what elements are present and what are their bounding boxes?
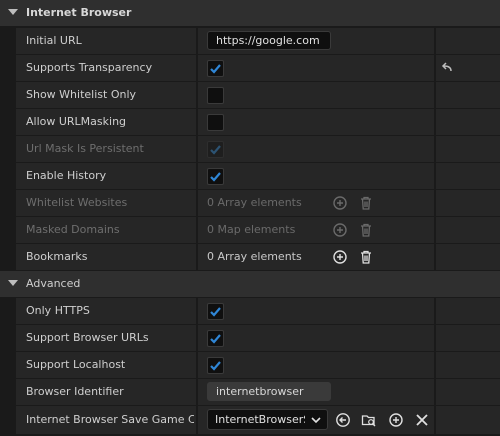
extension-cell bbox=[436, 190, 500, 216]
use-selected-arrow-icon[interactable] bbox=[335, 412, 351, 428]
prop-browser-identifier: Browser Identifier internetbrowser bbox=[0, 379, 500, 405]
prop-label: Only HTTPS bbox=[26, 304, 90, 317]
prop-label: Allow URLMasking bbox=[26, 115, 127, 128]
value-cell bbox=[198, 325, 434, 351]
prop-show-whitelist-only: Show Whitelist Only bbox=[0, 82, 500, 108]
check-icon bbox=[210, 64, 221, 74]
browser-identifier-input[interactable]: internetbrowser bbox=[207, 382, 331, 401]
extension-cell bbox=[436, 352, 500, 378]
extension-cell bbox=[436, 244, 500, 270]
prop-enable-history: Enable History bbox=[0, 163, 500, 189]
extension-cell bbox=[436, 217, 500, 243]
combo-value: InternetBrowserS bbox=[215, 413, 305, 426]
add-element-icon[interactable] bbox=[332, 249, 348, 265]
enable-history-checkbox[interactable] bbox=[207, 168, 224, 185]
show-whitelist-only-checkbox[interactable] bbox=[207, 87, 224, 104]
prop-url-mask-persistent: Url Mask Is Persistent bbox=[0, 136, 500, 162]
support-localhost-checkbox[interactable] bbox=[207, 357, 224, 374]
category-title: Advanced bbox=[26, 277, 81, 290]
prop-whitelist-websites: Whitelist Websites 0 Array elements bbox=[0, 190, 500, 216]
prop-allow-url-masking: Allow URLMasking bbox=[0, 109, 500, 135]
prop-label: Enable History bbox=[26, 169, 107, 182]
value-cell bbox=[198, 352, 434, 378]
check-icon bbox=[210, 361, 221, 371]
save-game-class-combo[interactable]: InternetBrowserS bbox=[207, 409, 328, 430]
prop-label: Support Browser URLs bbox=[26, 331, 149, 344]
add-element-icon bbox=[332, 195, 348, 211]
map-count: 0 Map elements bbox=[207, 223, 296, 236]
check-icon bbox=[210, 145, 221, 155]
value-cell bbox=[198, 298, 434, 324]
trash-icon bbox=[358, 222, 374, 238]
prop-label: Url Mask Is Persistent bbox=[26, 142, 144, 155]
prop-support-localhost: Support Localhost bbox=[0, 352, 500, 378]
array-count: 0 Array elements bbox=[207, 250, 302, 263]
array-count: 0 Array elements bbox=[207, 196, 302, 209]
check-icon bbox=[210, 334, 221, 344]
prop-label: Bookmarks bbox=[26, 250, 88, 263]
prop-label: Supports Transparency bbox=[26, 61, 153, 74]
prop-label: Internet Browser Save Game Cl... bbox=[26, 413, 194, 426]
prop-supports-transparency: Supports Transparency bbox=[0, 55, 500, 81]
value-cell bbox=[198, 136, 434, 162]
extension-cell bbox=[436, 163, 500, 189]
check-icon bbox=[210, 172, 221, 182]
extension-cell bbox=[436, 406, 500, 434]
category-title: Internet Browser bbox=[26, 6, 132, 19]
add-circle-icon[interactable] bbox=[388, 412, 404, 428]
add-element-icon bbox=[332, 222, 348, 238]
url-mask-persistent-checkbox bbox=[207, 141, 224, 158]
prop-save-game-class: Internet Browser Save Game Cl... Interne… bbox=[0, 406, 500, 434]
extension-cell bbox=[436, 109, 500, 135]
trash-icon bbox=[358, 195, 374, 211]
prop-label: Masked Domains bbox=[26, 223, 120, 236]
category-advanced[interactable]: Advanced bbox=[0, 271, 500, 297]
prop-masked-domains: Masked Domains 0 Map elements bbox=[0, 217, 500, 243]
reset-arrow-icon[interactable] bbox=[439, 60, 455, 76]
collapse-arrow-icon[interactable] bbox=[8, 9, 18, 15]
prop-label: Support Localhost bbox=[26, 358, 126, 371]
prop-only-https: Only HTTPS bbox=[0, 298, 500, 324]
value-cell bbox=[198, 55, 434, 81]
initial-url-input[interactable]: https://google.com bbox=[207, 31, 331, 50]
value-cell bbox=[198, 109, 434, 135]
extension-cell bbox=[436, 136, 500, 162]
trash-icon[interactable] bbox=[358, 249, 374, 265]
extension-cell bbox=[436, 28, 500, 54]
chevron-down-icon bbox=[311, 417, 321, 424]
extension-cell bbox=[436, 82, 500, 108]
support-browser-urls-checkbox[interactable] bbox=[207, 330, 224, 347]
collapse-arrow-icon[interactable] bbox=[8, 280, 18, 286]
category-internet-browser[interactable]: Internet Browser bbox=[0, 0, 500, 26]
prop-label: Whitelist Websites bbox=[26, 196, 128, 209]
prop-initial-url: Initial URL https://google.com bbox=[0, 28, 500, 54]
clear-x-icon[interactable] bbox=[414, 412, 430, 428]
prop-label: Show Whitelist Only bbox=[26, 88, 137, 101]
browse-folder-icon[interactable] bbox=[361, 412, 377, 428]
value-cell bbox=[198, 82, 434, 108]
prop-label: Initial URL bbox=[26, 34, 82, 47]
supports-transparency-checkbox[interactable] bbox=[207, 60, 224, 77]
prop-support-browser-urls: Support Browser URLs bbox=[0, 325, 500, 351]
value-cell bbox=[198, 163, 434, 189]
allow-url-masking-checkbox[interactable] bbox=[207, 114, 224, 131]
details-panel: Internet Browser Initial URL https://goo… bbox=[0, 0, 500, 436]
prop-label: Browser Identifier bbox=[26, 385, 124, 398]
extension-cell bbox=[436, 298, 500, 324]
extension-cell bbox=[436, 379, 500, 405]
only-https-checkbox[interactable] bbox=[207, 303, 224, 320]
prop-bookmarks: Bookmarks 0 Array elements bbox=[0, 244, 500, 270]
check-icon bbox=[210, 307, 221, 317]
extension-cell bbox=[436, 325, 500, 351]
